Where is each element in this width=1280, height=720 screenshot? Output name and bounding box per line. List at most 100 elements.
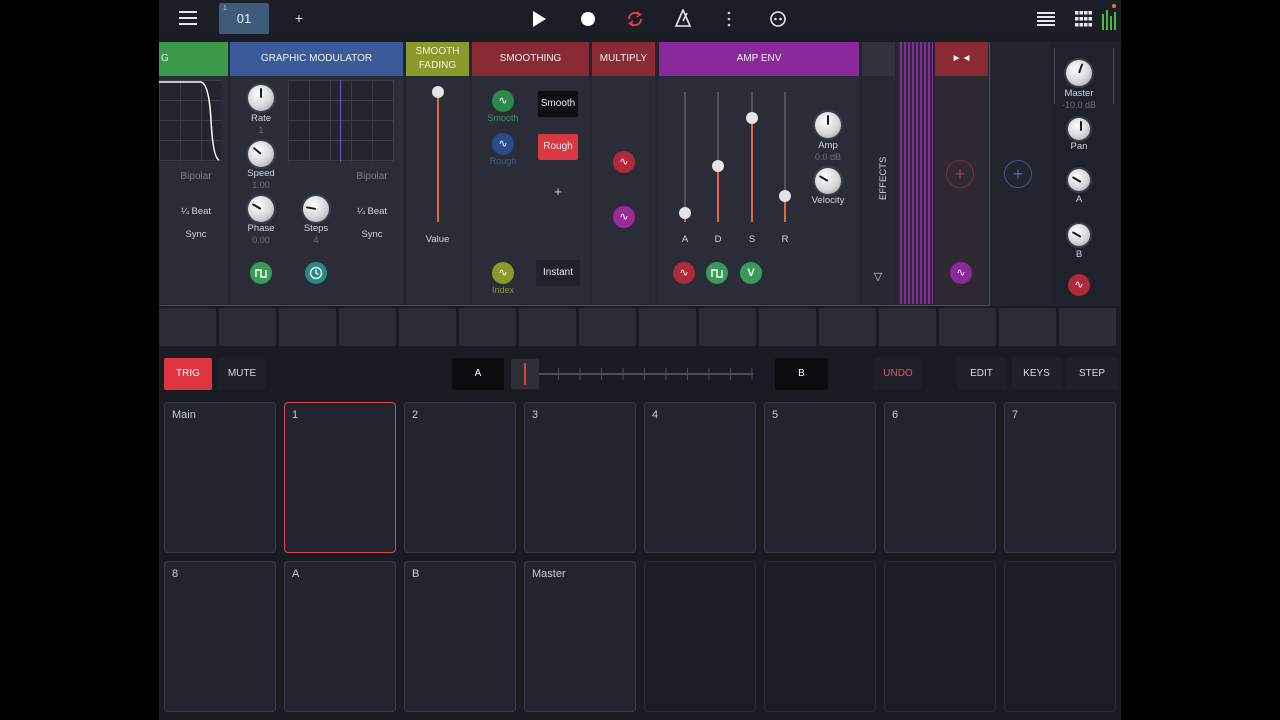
velocity-knob[interactable]	[815, 168, 841, 194]
crossfade-a-button[interactable]: A	[452, 358, 504, 390]
step-cell[interactable]	[879, 308, 936, 346]
module-header[interactable]: GRAPHIC MODULATOR	[230, 42, 403, 76]
beat-setting[interactable]: ¼ Beat	[169, 206, 223, 217]
pan-knob[interactable]	[1068, 118, 1090, 140]
pad[interactable]: A	[284, 561, 396, 712]
pad[interactable]: Main	[164, 402, 276, 553]
step-cell[interactable]	[699, 308, 756, 346]
index-sine-icon[interactable]: ∿	[492, 262, 514, 284]
step-cell[interactable]	[1059, 308, 1116, 346]
rough-button[interactable]: Rough	[538, 134, 578, 160]
send-b-knob[interactable]	[1068, 224, 1090, 246]
master-sine-output-icon[interactable]: ∿	[1068, 274, 1090, 296]
undo-button[interactable]: UNDO	[874, 358, 922, 390]
pad[interactable]: 7	[1004, 402, 1116, 553]
menu-icon[interactable]	[177, 10, 199, 28]
effects-label[interactable]: EFFECTS	[878, 157, 889, 200]
beat-setting[interactable]: ¼ Beat	[345, 206, 399, 217]
send-a-knob[interactable]	[1068, 169, 1090, 191]
phase-knob[interactable]	[248, 196, 274, 222]
step-cell[interactable]	[399, 308, 456, 346]
step-button[interactable]: STEP	[1067, 358, 1117, 390]
env-pulse-output-icon[interactable]	[706, 262, 728, 284]
step-cell[interactable]	[279, 308, 336, 346]
sync-toggle[interactable]: Sync	[169, 229, 223, 240]
value-slider-thumb[interactable]	[432, 86, 444, 98]
send-sine-output-icon[interactable]: ∿	[950, 262, 972, 284]
keys-button[interactable]: KEYS	[1012, 358, 1061, 390]
module-header[interactable]: AMP ENV	[659, 42, 859, 76]
release-slider-thumb[interactable]	[779, 190, 791, 202]
module-header[interactable]: SMOOTH FADING	[406, 42, 469, 76]
step-cell[interactable]	[159, 308, 216, 346]
step-cell[interactable]	[339, 308, 396, 346]
clock-output-icon[interactable]	[305, 262, 327, 284]
step-cell[interactable]	[759, 308, 816, 346]
metronome-icon[interactable]	[674, 8, 692, 31]
link-icon[interactable]	[769, 10, 787, 32]
step-cell[interactable]	[819, 308, 876, 346]
master-knob[interactable]	[1066, 60, 1092, 86]
pad[interactable]: 6	[884, 402, 996, 553]
pattern-selector-button[interactable]: 1 01	[219, 3, 269, 34]
smooth-button[interactable]: Smooth	[538, 91, 578, 117]
graphic-editor-display[interactable]	[288, 80, 394, 162]
pad[interactable]: 3	[524, 402, 636, 553]
loop-icon[interactable]	[626, 10, 644, 32]
module-header[interactable]: SMOOTHING	[472, 42, 589, 76]
pad[interactable]	[764, 561, 876, 712]
decay-slider-thumb[interactable]	[712, 160, 724, 172]
step-cell[interactable]	[939, 308, 996, 346]
lfo-curve-display[interactable]	[159, 80, 221, 162]
more-icon[interactable]	[726, 10, 732, 32]
module-header[interactable]: ►◄	[935, 42, 988, 76]
module-header[interactable]: MULTIPLY	[592, 42, 655, 76]
grid-icon[interactable]	[1075, 11, 1092, 31]
rate-knob[interactable]	[248, 85, 274, 111]
add-channel-icon[interactable]: +	[1004, 160, 1032, 188]
list-icon[interactable]	[1037, 11, 1055, 31]
crossfader-handle[interactable]	[511, 359, 539, 389]
attack-slider-track[interactable]	[684, 92, 686, 222]
pad[interactable]	[644, 561, 756, 712]
add-stage-button[interactable]: +	[548, 184, 568, 199]
amp-knob[interactable]	[815, 112, 841, 138]
step-cell[interactable]	[579, 308, 636, 346]
pad[interactable]: 1	[284, 402, 396, 553]
pad[interactable]: Master	[524, 561, 636, 712]
edit-button[interactable]: EDIT	[957, 358, 1006, 390]
pad[interactable]	[884, 561, 996, 712]
instant-button[interactable]: Instant	[536, 260, 580, 286]
sustain-slider-thumb[interactable]	[746, 112, 758, 124]
steps-knob[interactable]	[303, 196, 329, 222]
step-cell[interactable]	[639, 308, 696, 346]
module-header[interactable]	[862, 42, 895, 76]
trig-button[interactable]: TRIG	[164, 358, 212, 390]
pad[interactable]: 5	[764, 402, 876, 553]
pulse-output-icon[interactable]	[250, 262, 272, 284]
env-sine-output-icon[interactable]: ∿	[673, 262, 695, 284]
pad[interactable]: 4	[644, 402, 756, 553]
pad[interactable]: 2	[404, 402, 516, 553]
velocity-output-icon[interactable]: V	[740, 262, 762, 284]
pad[interactable]	[1004, 561, 1116, 712]
add-pattern-button[interactable]: +	[291, 11, 307, 25]
attack-slider-thumb[interactable]	[679, 207, 691, 219]
step-cell[interactable]	[999, 308, 1056, 346]
step-cell[interactable]	[219, 308, 276, 346]
bipolar-toggle[interactable]: Bipolar	[169, 171, 223, 182]
bipolar-toggle[interactable]: Bipolar	[345, 171, 399, 182]
record-icon[interactable]	[580, 11, 596, 31]
crossfader[interactable]	[511, 358, 756, 390]
pad[interactable]: B	[404, 561, 516, 712]
smooth-sine-icon[interactable]: ∿	[492, 90, 514, 112]
sync-toggle[interactable]: Sync	[345, 229, 399, 240]
rough-sine-icon[interactable]: ∿	[492, 133, 514, 155]
step-cell[interactable]	[519, 308, 576, 346]
multiply-input-b-icon[interactable]: ∿	[613, 206, 635, 228]
speed-knob[interactable]	[248, 141, 274, 167]
pad[interactable]: 8	[164, 561, 276, 712]
effects-expand-icon[interactable]: ▽	[870, 270, 886, 283]
step-cell[interactable]	[459, 308, 516, 346]
module-header[interactable]: G	[159, 42, 228, 76]
